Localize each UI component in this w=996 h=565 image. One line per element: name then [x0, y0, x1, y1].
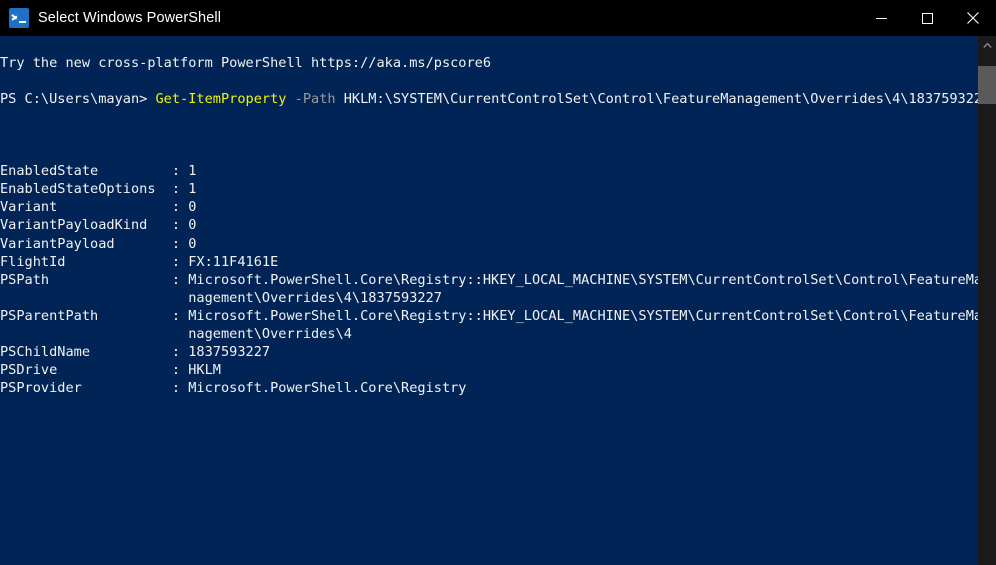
output-line: VariantPayload : 0: [0, 235, 197, 252]
output-line-wrap: nagement\Overrides\4: [0, 325, 352, 342]
console-lines: Try the new cross-platform PowerShell ht…: [0, 36, 978, 397]
chevron-up-icon: [982, 42, 992, 48]
window-title: Select Windows PowerShell: [38, 10, 222, 26]
scroll-up-button[interactable]: [978, 36, 996, 54]
prompt-space-1: [286, 91, 294, 107]
minimize-icon: [875, 17, 887, 19]
output-line: Variant : 0: [0, 199, 197, 216]
prompt-underscore-glyph: [19, 21, 26, 23]
minimize-button[interactable]: [858, 0, 904, 36]
maximize-button[interactable]: [904, 0, 950, 36]
window-controls: [858, 0, 996, 36]
output-line: PSParentPath : Microsoft.PowerShell.Core…: [0, 307, 978, 324]
prompt-command: Get-ItemProperty: [155, 91, 287, 108]
banner-line: Try the new cross-platform PowerShell ht…: [0, 55, 492, 72]
output-line: PSChildName : 1837593227: [0, 343, 271, 360]
output-line: FlightId : FX:11F4161E: [0, 253, 279, 270]
close-icon: [967, 12, 979, 24]
output-line: VariantPayloadKind : 0: [0, 217, 197, 234]
prompt-argument: HKLM:\SYSTEM\CurrentControlSet\Control\F…: [343, 91, 978, 108]
close-button[interactable]: [950, 0, 996, 36]
output-line: EnabledState : 1: [0, 163, 197, 180]
prompt-line: PS C:\Users\mayan> Get-ItemProperty -Pat…: [0, 90, 978, 108]
powershell-icon: [9, 8, 29, 28]
output-line: PSDrive : HKLM: [0, 361, 221, 378]
prompt-prefix: PS C:\Users\mayan>: [0, 91, 156, 108]
output-line: PSProvider : Microsoft.PowerShell.Core\R…: [0, 379, 467, 396]
prompt-chevron-glyph: [12, 12, 21, 21]
output-line: PSPath : Microsoft.PowerShell.Core\Regis…: [0, 271, 978, 288]
console-output-area[interactable]: Try the new cross-platform PowerShell ht…: [0, 36, 978, 565]
prompt-parameter: -Path: [294, 91, 336, 108]
output-line-wrap: nagement\Overrides\4\1837593227: [0, 289, 442, 306]
title-bar[interactable]: Select Windows PowerShell: [0, 0, 996, 36]
scrollbar-thumb[interactable]: [978, 66, 996, 104]
powershell-window: Select Windows PowerShell Try the new cr…: [0, 0, 996, 565]
output-line: EnabledStateOptions : 1: [0, 181, 197, 198]
prompt-space-2: [336, 91, 344, 107]
vertical-scrollbar[interactable]: [978, 36, 996, 565]
scrollbar-track[interactable]: [978, 54, 996, 565]
maximize-icon: [921, 12, 933, 24]
